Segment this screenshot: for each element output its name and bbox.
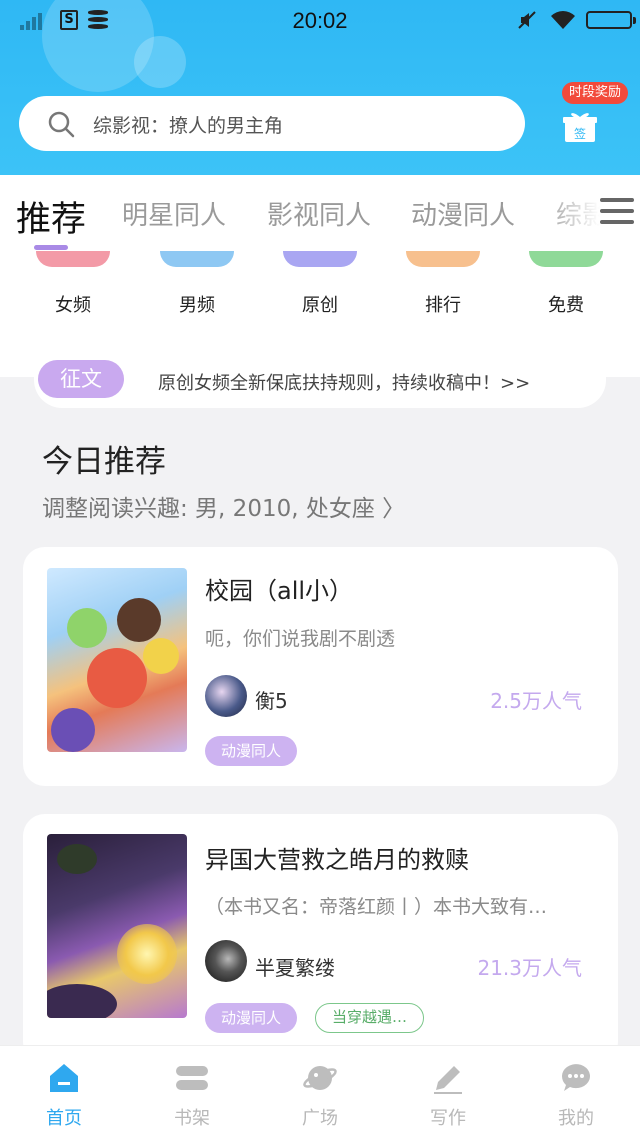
menu-icon[interactable] <box>600 198 634 232</box>
ranking-icon <box>406 251 480 267</box>
book-title: 异国大营救之皓月的救赎 <box>205 846 469 874</box>
category-label: 排行 <box>425 295 461 316</box>
notice-banner[interactable]: 征文 原创女频全新保底扶持规则，持续收稿中！>> <box>34 350 606 408</box>
tab-anime-fanfic[interactable]: 动漫同人 <box>411 195 515 232</box>
notice-text: 原创女频全新保底扶持规则，持续收稿中！>> <box>158 373 531 394</box>
tab-film-fanfic[interactable]: 影视同人 <box>267 195 371 232</box>
book-card[interactable]: 异国大营救之皓月的救赎 （本书又名：帝落红颜丨）本书大致有… 半夏繁缕 21.3… <box>23 814 618 1064</box>
author-name: 半夏繁缕 <box>255 956 335 980</box>
book-card[interactable]: 校园（all小） 呃，你们说我剧不剧透 衡5 2.5万人气 动漫同人 <box>23 547 618 786</box>
home-icon <box>50 1064 78 1092</box>
nav-home[interactable]: 首页 <box>0 1046 128 1141</box>
adjust-interest-link[interactable]: 调整阅读兴趣: 男, 2010, 处女座 〉 <box>42 489 405 523</box>
status-time: 20:02 <box>292 8 348 33</box>
nav-label: 书架 <box>174 1108 210 1129</box>
wifi-icon <box>551 11 575 29</box>
male-icon <box>160 251 234 267</box>
mute-icon <box>518 11 536 29</box>
category-male[interactable]: 男频 <box>160 251 234 323</box>
tab-star-fanfic[interactable]: 明星同人 <box>122 195 226 232</box>
decor-bubble <box>134 36 186 88</box>
section-title: 今日推荐 <box>42 444 166 480</box>
genre-tag[interactable]: 动漫同人 <box>205 1003 298 1033</box>
header: S 20:02 综影视：撩人的男主角 时段奖励 签 <box>0 0 640 175</box>
battery-icon <box>586 11 636 29</box>
category-label: 男频 <box>179 295 215 316</box>
category-label: 女频 <box>55 295 91 316</box>
author-name: 衡5 <box>255 689 288 713</box>
pen-icon <box>434 1066 462 1094</box>
nav-write[interactable]: 写作 <box>384 1046 512 1141</box>
book-description: （本书又名：帝落红颜丨）本书大致有… <box>205 896 548 918</box>
popularity: 21.3万人气 <box>477 956 582 980</box>
nav-me[interactable]: 我的 <box>512 1046 640 1141</box>
search-icon <box>48 111 75 138</box>
original-icon <box>283 251 357 267</box>
nav-label: 写作 <box>430 1108 466 1129</box>
status-bar: S 20:02 <box>0 0 640 40</box>
genre-tag[interactable]: 当穿越遇… <box>315 1003 425 1033</box>
search-bar[interactable]: 综影视：撩人的男主角 <box>19 96 525 151</box>
book-cover <box>47 568 187 752</box>
gift-label: 签 <box>574 126 586 141</box>
active-tab-indicator <box>34 245 68 250</box>
search-placeholder: 综影视：撩人的男主角 <box>93 115 284 137</box>
reward-badge: 时段奖励 <box>562 82 629 104</box>
category-label: 免费 <box>548 295 584 316</box>
popularity: 2.5万人气 <box>490 689 582 713</box>
book-description: 呃，你们说我剧不剧透 <box>205 628 396 650</box>
bookshelf-icon <box>176 1066 208 1090</box>
notice-tag: 征文 <box>38 360 124 398</box>
bottom-nav: 首页 书架 广场 写作 我的 <box>0 1045 640 1141</box>
nav-label: 广场 <box>302 1108 338 1129</box>
planet-icon <box>303 1066 337 1090</box>
reward-button[interactable]: 时段奖励 签 <box>556 82 629 150</box>
chat-bubble-icon <box>561 1064 590 1091</box>
free-icon <box>529 251 603 267</box>
category-ranking[interactable]: 排行 <box>406 251 480 323</box>
category-label: 原创 <box>302 295 338 316</box>
category-original[interactable]: 原创 <box>283 251 357 323</box>
category-tabs: 推荐 明星同人 影视同人 动漫同人 综影 <box>0 175 640 253</box>
gift-icon: 签 <box>563 113 597 142</box>
book-cover <box>47 834 187 1018</box>
avatar <box>205 675 247 717</box>
nav-square[interactable]: 广场 <box>256 1046 384 1141</box>
nav-label: 我的 <box>558 1108 594 1129</box>
category-free[interactable]: 免费 <box>529 251 603 323</box>
tab-recommend[interactable]: 推荐 <box>16 191 86 242</box>
category-female[interactable]: 女频 <box>36 251 110 323</box>
genre-tag[interactable]: 动漫同人 <box>205 736 298 766</box>
book-title: 校园（all小） <box>205 577 354 605</box>
nav-label: 首页 <box>46 1108 82 1129</box>
female-icon <box>36 251 110 267</box>
avatar <box>205 940 247 982</box>
nav-bookshelf[interactable]: 书架 <box>128 1046 256 1141</box>
